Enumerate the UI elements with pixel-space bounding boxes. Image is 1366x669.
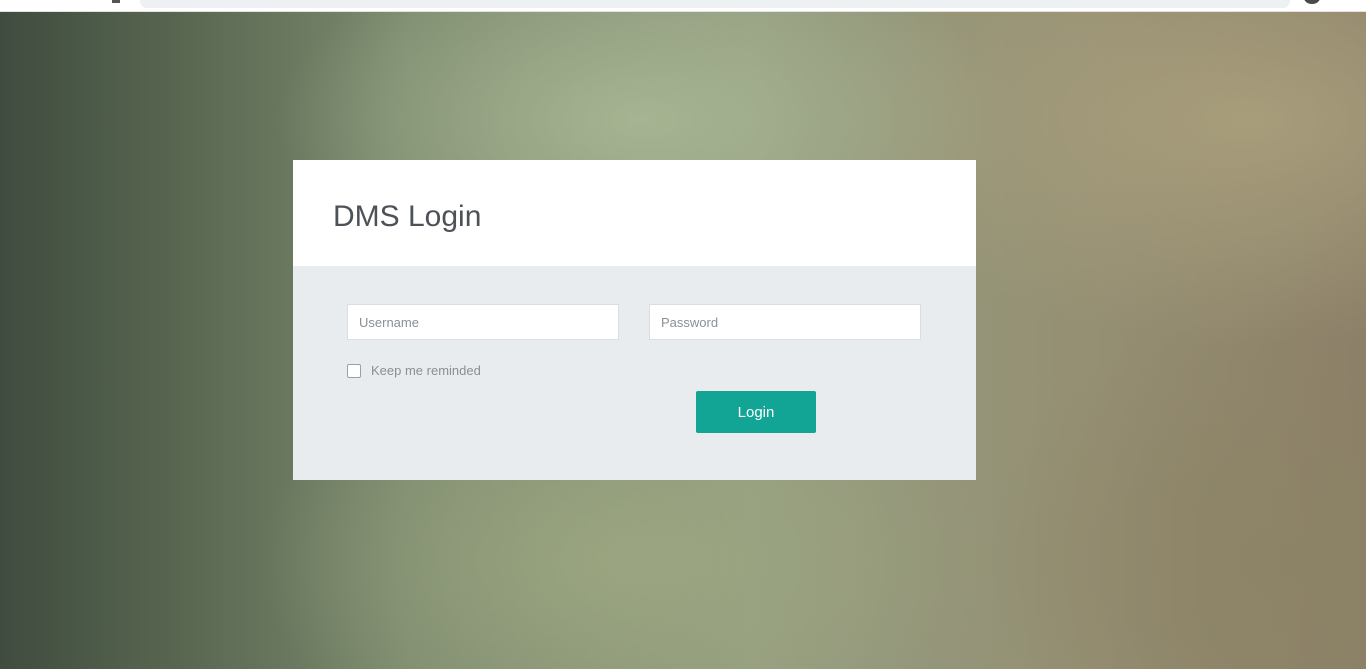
address-bar[interactable] xyxy=(140,0,1290,8)
login-card-header: DMS Login xyxy=(293,160,976,266)
remember-me[interactable]: Keep me reminded xyxy=(347,363,481,378)
page-title: DMS Login xyxy=(333,200,482,233)
document-icon xyxy=(112,0,120,3)
login-card: DMS Login Keep me reminded Login xyxy=(293,160,976,480)
remember-me-label: Keep me reminded xyxy=(371,363,481,378)
login-button[interactable]: Login xyxy=(696,391,816,433)
browser-toolbar xyxy=(0,0,1366,12)
remember-me-checkbox[interactable] xyxy=(347,363,361,378)
password-input[interactable] xyxy=(649,304,921,340)
avatar-icon[interactable] xyxy=(1304,0,1320,4)
username-input[interactable] xyxy=(347,304,619,340)
